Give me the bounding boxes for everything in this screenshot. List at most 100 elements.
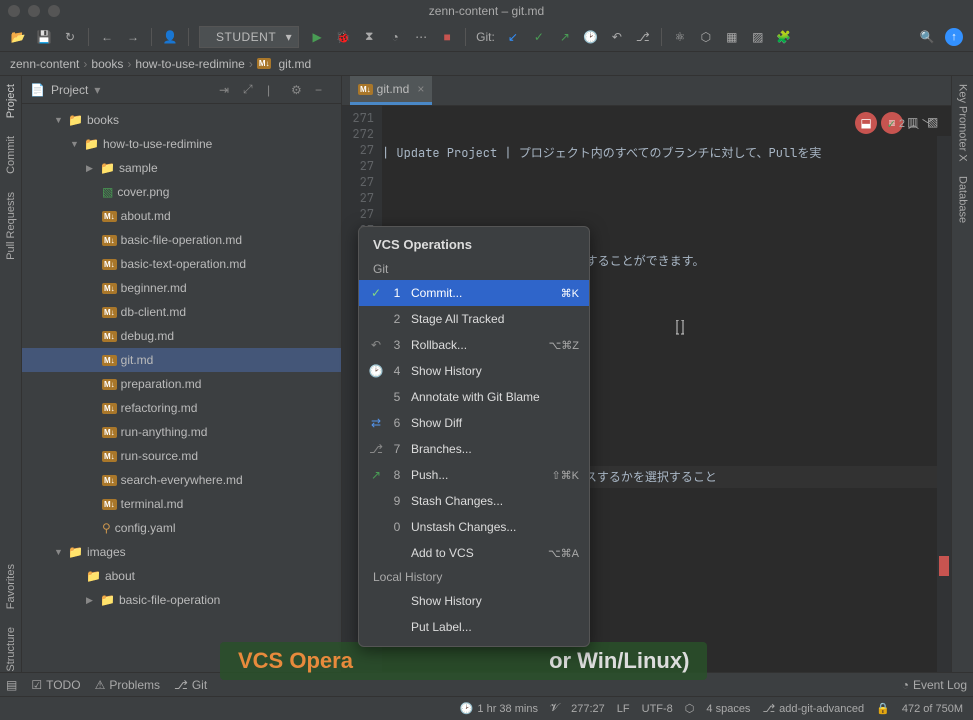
tree-file-config[interactable]: ⚲config.yaml [22, 516, 341, 540]
settings-icon[interactable]: ⚙ [291, 83, 309, 97]
status-branch[interactable]: ⎇ add-git-advanced [762, 702, 864, 715]
crumb-file[interactable]: git.md [278, 57, 311, 71]
status-editorconfig-icon[interactable]: ⬡ [685, 702, 695, 715]
tree-folder-about[interactable]: 📁 about [22, 564, 341, 588]
git-update-icon[interactable]: ↙ [505, 29, 521, 45]
select-opened-file-icon[interactable]: ⇥ [219, 83, 237, 97]
status-memory[interactable]: 472 of 750M [902, 703, 963, 715]
tool-tab-project[interactable]: Project [5, 84, 17, 118]
crumb-root[interactable]: zenn-content [10, 57, 79, 71]
crumb-books[interactable]: books [91, 57, 123, 71]
bottom-tab-problems[interactable]: ⚠ Problems [95, 678, 160, 692]
status-caret-pos[interactable]: 277:27 [571, 703, 605, 715]
tree-file-basictext[interactable]: M↓basic-text-operation.md [22, 252, 341, 276]
tree-folder-images[interactable]: 📁 images [22, 540, 341, 564]
popup-item-rollback[interactable]: ↶3Rollback...⌥⌘Z [359, 332, 589, 358]
tree-file-beginner[interactable]: M↓beginner.md [22, 276, 341, 300]
status-vim-icon[interactable]: 𝓥 [550, 702, 559, 715]
git-rollback-icon[interactable]: ↶ [609, 29, 625, 45]
popup-item-commit[interactable]: ✓ 1 Commit... ⌘K [359, 280, 589, 306]
tree-file-dbclient[interactable]: M↓db-client.md [22, 300, 341, 324]
bottom-tab-quick-actions[interactable]: ▤ [6, 678, 17, 692]
popup-item-lh-label[interactable]: Put Label... [359, 614, 589, 640]
popup-item-annotate[interactable]: 5Annotate with Git Blame [359, 384, 589, 410]
popup-item-push[interactable]: ↗8Push...⇧⌘K [359, 462, 589, 488]
project-tree[interactable]: 📁 books 📁 how-to-use-redimine 📁 sample ▧… [22, 104, 341, 672]
vcs-operations-popup[interactable]: VCS Operations Git ✓ 1 Commit... ⌘K 2Sta… [358, 226, 590, 647]
close-window[interactable] [8, 5, 20, 17]
expand-all-icon[interactable]: ⤢ [243, 82, 261, 97]
tool-tab-key-promoter[interactable]: Key Promoter X [957, 84, 969, 162]
account-icon[interactable]: ↑ [945, 28, 963, 46]
puzzle-icon[interactable]: 🧩 [776, 29, 792, 45]
tool-tab-database[interactable]: Database [957, 176, 969, 223]
tree-folder-sample[interactable]: 📁 sample [22, 156, 341, 180]
more-run-icon[interactable]: ⋯ [413, 29, 429, 45]
git-commit-icon[interactable]: ✓ [531, 29, 547, 45]
services-icon[interactable]: ▦ [724, 29, 740, 45]
lock-icon[interactable]: 🔒 [876, 702, 890, 715]
tree-file-searcheverywhere[interactable]: M↓search-everywhere.md [22, 468, 341, 492]
tree-file-cover[interactable]: ▧ cover.png [22, 180, 341, 204]
maximize-window[interactable] [48, 5, 60, 17]
hide-icon[interactable]: − [315, 83, 333, 97]
back-icon[interactable]: ← [99, 29, 115, 45]
coverage-icon[interactable]: ⧗ [361, 29, 377, 45]
avatar-icon[interactable]: 👤 [162, 29, 178, 45]
stop-icon[interactable]: ■ [439, 29, 455, 45]
error-stripe[interactable] [937, 136, 951, 672]
learn-icon[interactable]: ▨ [750, 29, 766, 45]
popup-item-history[interactable]: 🕑4Show History [359, 358, 589, 384]
bottom-tab-git[interactable]: ⎇ Git [174, 678, 207, 692]
debug-icon[interactable]: 🐞 [335, 29, 351, 45]
popup-item-unstash[interactable]: 0Unstash Changes... [359, 514, 589, 540]
close-icon[interactable]: × [417, 82, 424, 96]
save-icon[interactable]: 💾 [36, 29, 52, 45]
forward-icon[interactable]: → [125, 29, 141, 45]
window-controls[interactable] [8, 5, 60, 17]
profiler-icon[interactable]: ◔ [387, 29, 403, 45]
project-title[interactable]: Project [51, 83, 88, 97]
tree-file-git[interactable]: M↓git.md [22, 348, 341, 372]
status-line-ending[interactable]: LF [617, 703, 630, 715]
sync-icon[interactable]: ↻ [62, 29, 78, 45]
tree-file-runanything[interactable]: M↓run-anything.md [22, 420, 341, 444]
tool-tab-commit[interactable]: Commit [5, 136, 17, 174]
run-config-select[interactable]: STUDENT ▾ [199, 26, 299, 48]
git-branches-icon[interactable]: ⎇ [635, 29, 651, 45]
tool-tab-structure[interactable]: Structure [5, 627, 17, 672]
status-encoding[interactable]: UTF-8 [642, 703, 673, 715]
git-push-icon[interactable]: ↗ [557, 29, 573, 45]
search-icon[interactable]: 🔍 [919, 29, 935, 45]
popup-item-stage-all[interactable]: 2Stage All Tracked [359, 306, 589, 332]
tree-folder-books[interactable]: 📁 books [22, 108, 341, 132]
status-indent[interactable]: 4 spaces [706, 703, 750, 715]
tree-folder-howto[interactable]: 📁 how-to-use-redimine [22, 132, 341, 156]
status-time[interactable]: 🕑 1 hr 38 mins [460, 702, 538, 715]
git-history-icon[interactable]: 🕑 [583, 29, 599, 45]
chevron-down-icon[interactable]: ▾ [94, 83, 100, 97]
tree-file-runsource[interactable]: M↓run-source.md [22, 444, 341, 468]
tree-file-about[interactable]: M↓about.md [22, 204, 341, 228]
ide-settings-icon[interactable]: ⬡ [698, 29, 714, 45]
tree-file-refactoring[interactable]: M↓refactoring.md [22, 396, 341, 420]
bottom-tab-event-log[interactable]: ◔ Event Log [902, 678, 967, 692]
tool-tab-favorites[interactable]: Favorites [5, 564, 17, 609]
tree-file-preparation[interactable]: M↓preparation.md [22, 372, 341, 396]
popup-item-branches[interactable]: ⎇7Branches... [359, 436, 589, 462]
editor-tab-git[interactable]: M↓ git.md × [350, 76, 432, 105]
tree-file-terminal[interactable]: M↓terminal.md [22, 492, 341, 516]
tree-folder-basicfileop[interactable]: 📁 basic-file-operation [22, 588, 341, 612]
bottom-tab-todo[interactable]: ☑ TODO [31, 678, 80, 692]
popup-item-showdiff[interactable]: ⇄6Show Diff [359, 410, 589, 436]
tool-tab-pull-requests[interactable]: Pull Requests [5, 192, 17, 260]
crumb-howto[interactable]: how-to-use-redimine [135, 57, 244, 71]
popup-item-stash[interactable]: 9Stash Changes... [359, 488, 589, 514]
run-icon[interactable]: ▶ [309, 29, 325, 45]
minimize-window[interactable] [28, 5, 40, 17]
open-file-icon[interactable]: 📂 [10, 29, 26, 45]
plugins-icon[interactable]: ⚛ [672, 29, 688, 45]
tree-file-basicfile[interactable]: M↓basic-file-operation.md [22, 228, 341, 252]
popup-item-addvcs[interactable]: Add to VCS⌥⌘A [359, 540, 589, 566]
popup-item-lh-show[interactable]: Show History [359, 588, 589, 614]
